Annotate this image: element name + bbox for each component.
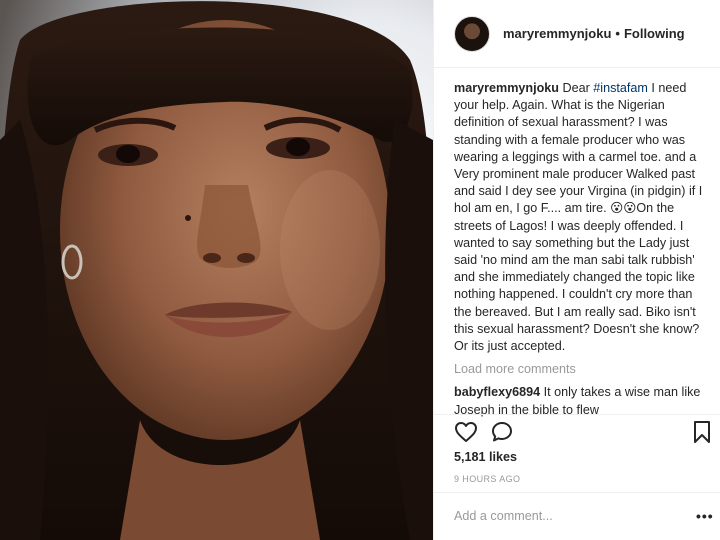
- add-comment-input[interactable]: [454, 505, 674, 527]
- caption-username[interactable]: maryremmynjoku: [454, 81, 559, 95]
- post-photo[interactable]: [0, 0, 433, 540]
- author-username[interactable]: maryremmynjoku: [503, 26, 611, 41]
- more-options-button[interactable]: •••: [696, 508, 714, 524]
- caption: maryremmynjoku Dear #instafam I need you…: [454, 80, 712, 355]
- action-bar: [454, 420, 716, 444]
- selfie-image: [0, 0, 433, 540]
- post-header: maryremmynjoku • Following: [434, 0, 720, 68]
- post-timestamp[interactable]: 9 HOURS AGO: [454, 474, 520, 484]
- comment-username[interactable]: babyflexy6894: [454, 385, 540, 399]
- avatar[interactable]: [454, 15, 490, 52]
- header-text: maryremmynjoku • Following: [503, 26, 685, 41]
- hashtag-link[interactable]: #instafam: [593, 81, 648, 95]
- post-info-panel: maryremmynjoku • Following maryremmynjoku …: [433, 0, 720, 540]
- heart-icon[interactable]: [454, 420, 478, 444]
- comments-section: maryremmynjoku Dear #instafam I need you…: [454, 80, 712, 419]
- likes-count[interactable]: 5,181 likes: [454, 450, 517, 464]
- following-button[interactable]: Following: [624, 26, 685, 41]
- separator-dot: •: [615, 26, 620, 41]
- caption-text-before: Dear: [559, 81, 594, 95]
- divider: [434, 492, 720, 493]
- load-more-comments-link[interactable]: Load more comments: [454, 361, 712, 378]
- bookmark-icon[interactable]: [690, 420, 714, 444]
- comment-icon[interactable]: [490, 420, 514, 444]
- caption-text-after: I need your help. Again. What is the Nig…: [454, 81, 703, 354]
- divider: [434, 414, 720, 415]
